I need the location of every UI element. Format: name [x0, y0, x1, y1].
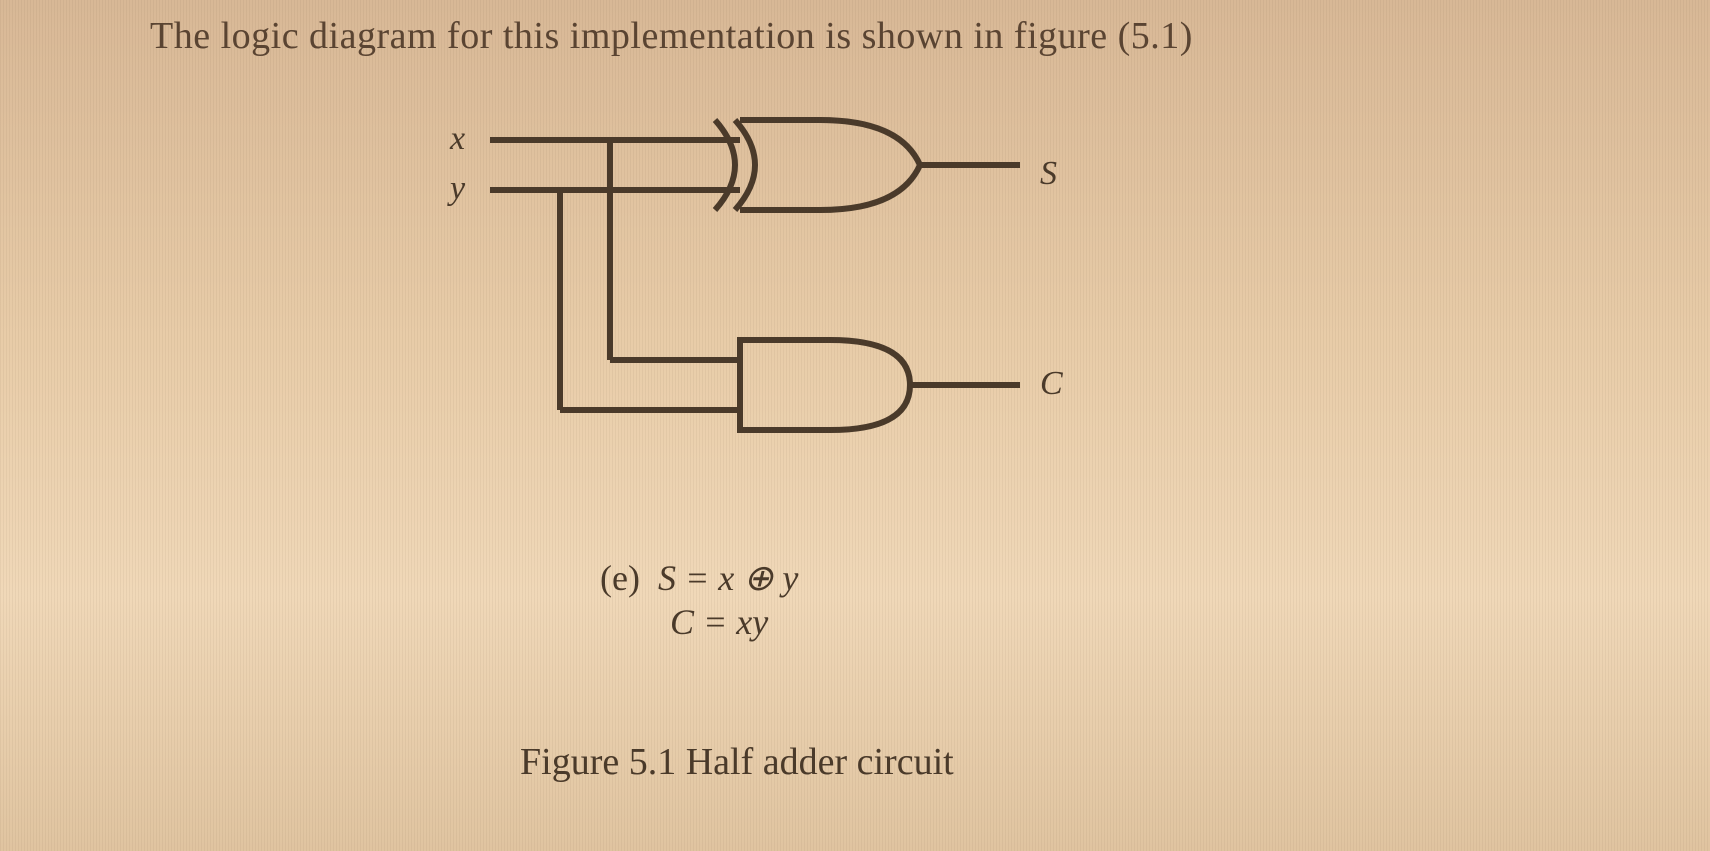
half-adder-diagram: x y S C	[480, 110, 1180, 490]
input-x-label: x	[450, 120, 465, 158]
intro-text: The logic diagram for this implementatio…	[150, 14, 1193, 58]
circuit-svg	[480, 110, 1180, 490]
figure-caption: Figure 5.1 Half adder circuit	[520, 740, 954, 784]
eq-sum: S = x ⊕ y	[658, 558, 798, 598]
eq-carry: C = xy	[670, 602, 768, 642]
output-c-label: C	[1040, 365, 1063, 403]
equations: (e) S = x ⊕ y C = xy	[600, 555, 798, 645]
output-s-label: S	[1040, 155, 1057, 193]
eq-tag: (e)	[600, 558, 640, 598]
input-y-label: y	[450, 170, 465, 208]
